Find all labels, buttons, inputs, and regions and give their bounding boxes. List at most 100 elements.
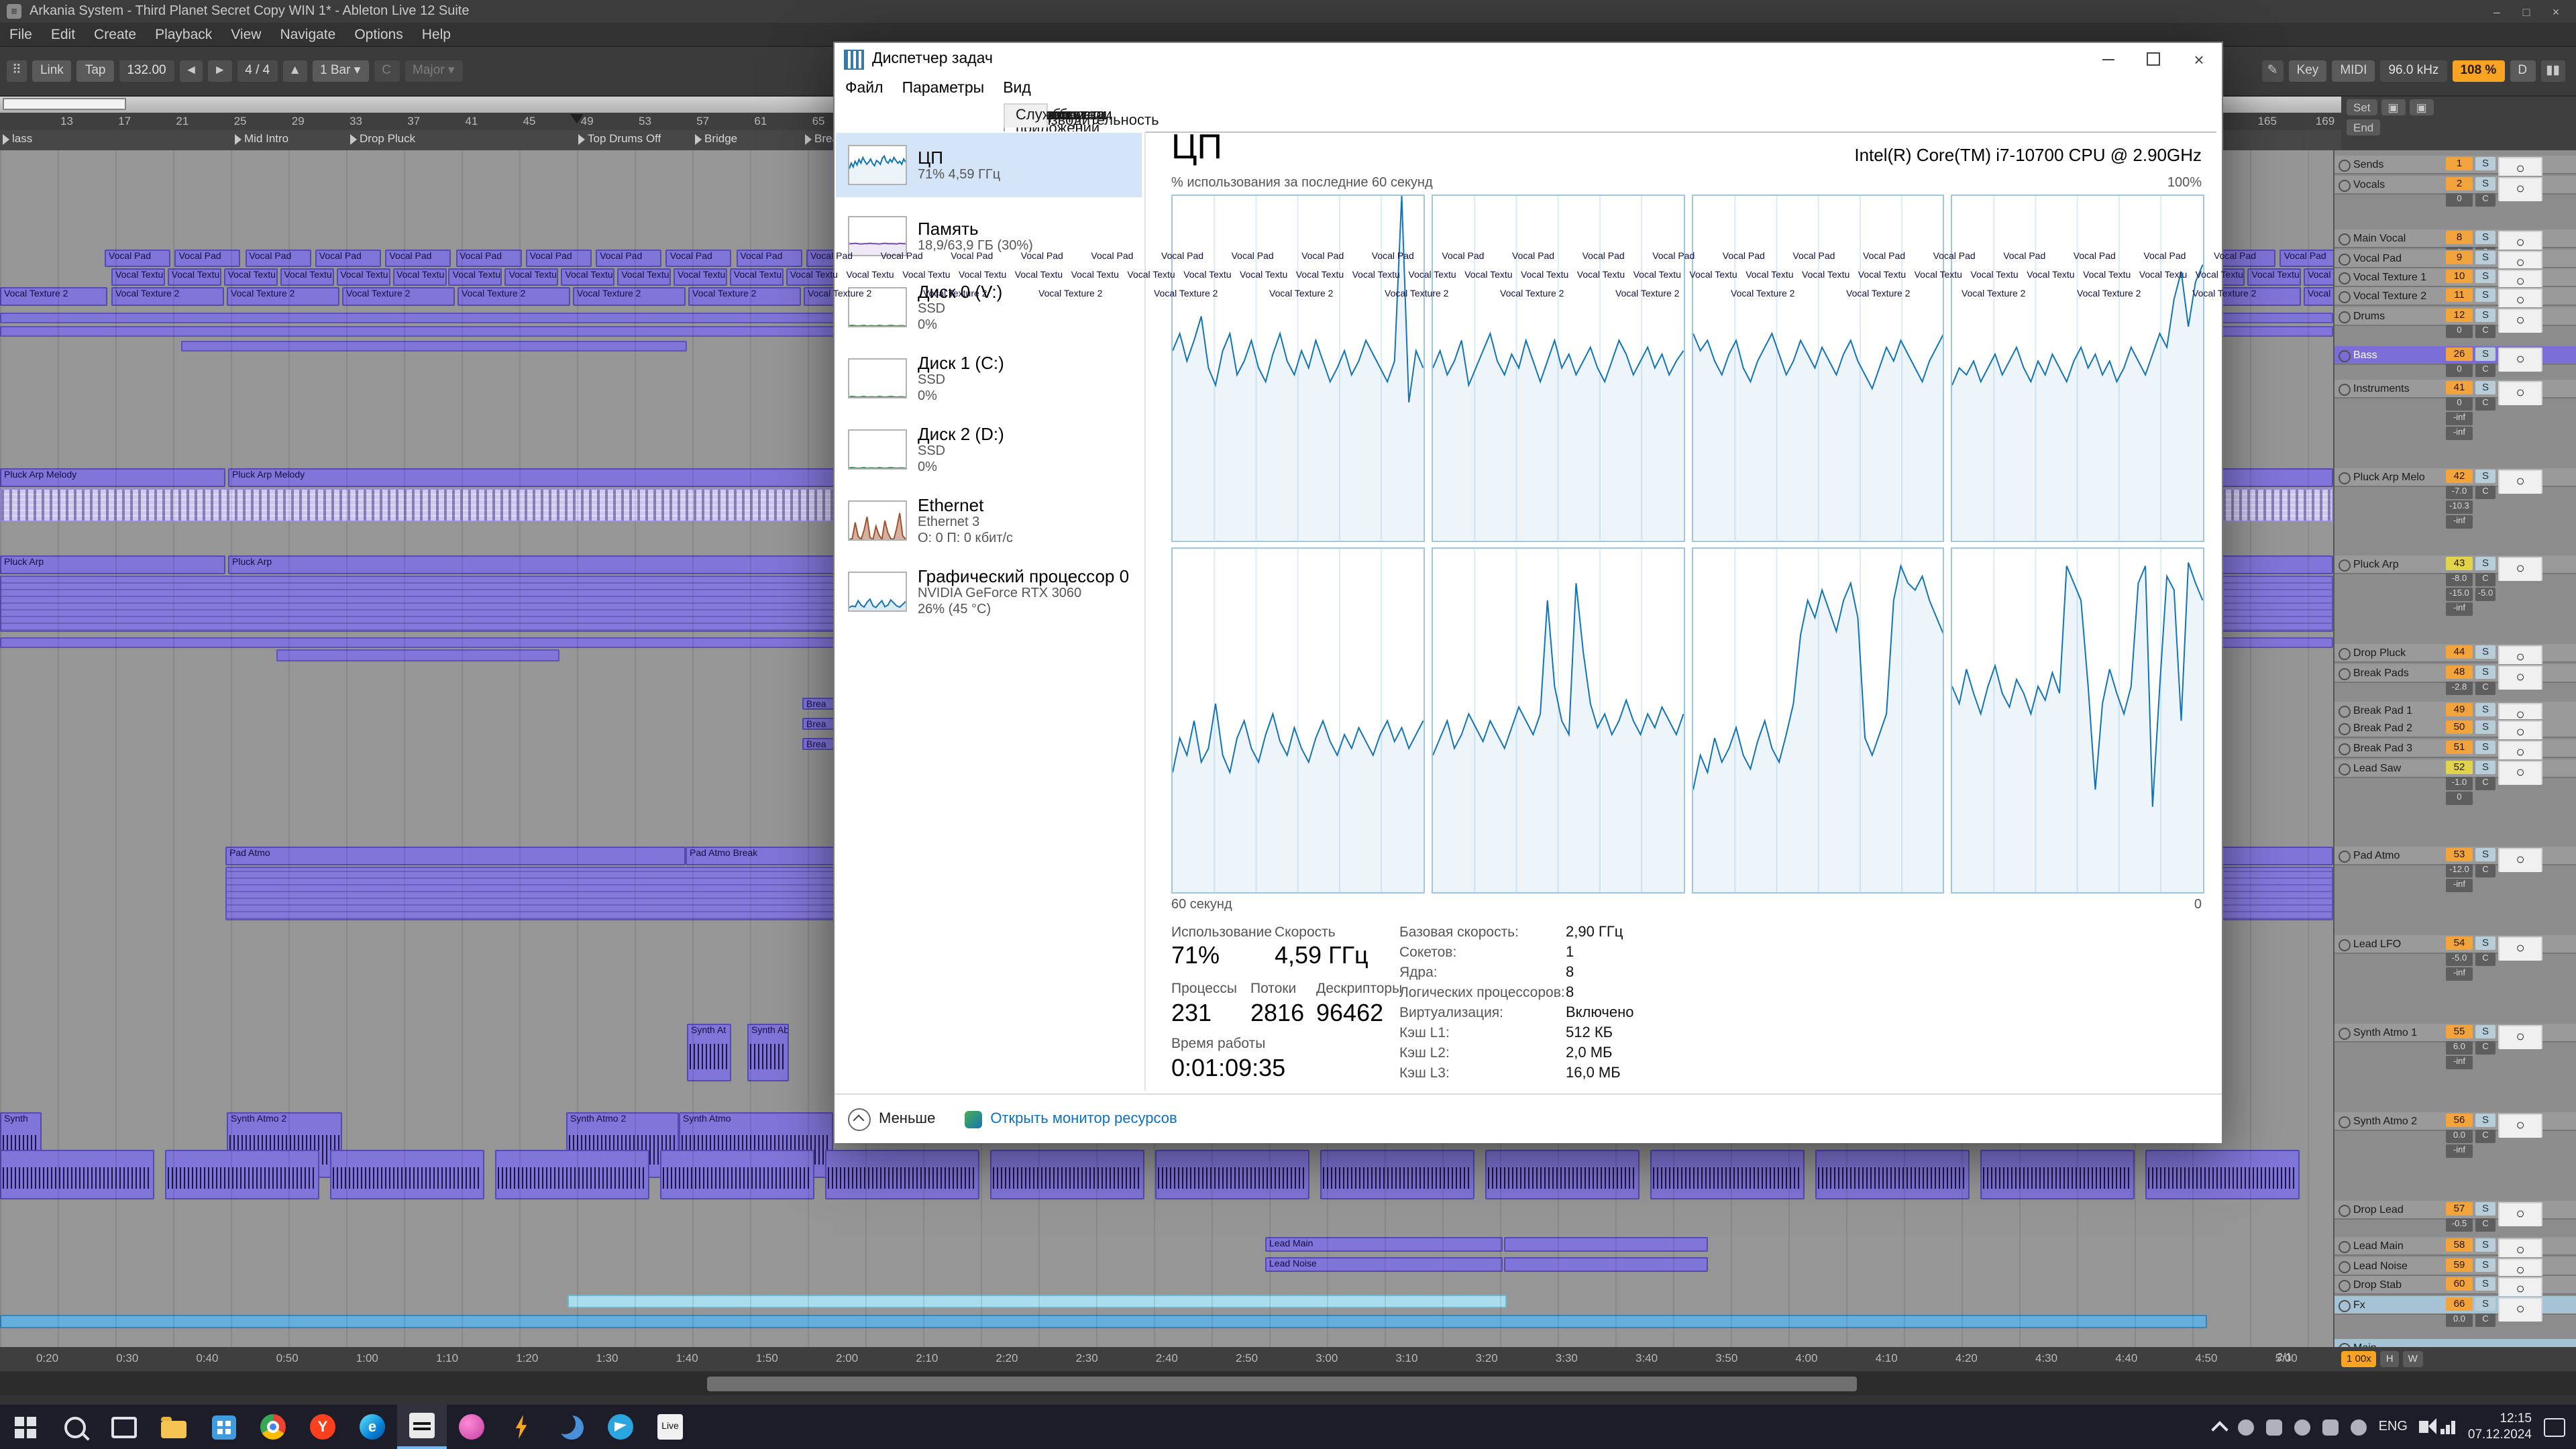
mixer-value[interactable]: -5.0 [2475, 588, 2496, 601]
track-break-pads[interactable]: Break Pads48S○-2.8C [2334, 664, 2576, 696]
track-fx[interactable]: Fx66S○0.0C [2334, 1296, 2576, 1328]
mixer-value[interactable]: -15.0 [2446, 588, 2473, 601]
mixer-value[interactable]: -7.0 [2446, 486, 2473, 499]
track-instruments[interactable]: Instruments41S○0C-inf-inf [2334, 380, 2576, 441]
solo-button[interactable]: S [2475, 251, 2496, 264]
arm-button[interactable]: ○ [2498, 848, 2542, 872]
clip[interactable]: Vocal Texture 2 [2304, 287, 2333, 306]
clip[interactable]: Vocal Textu [392, 268, 446, 286]
menu-item-edit[interactable]: Edit [51, 26, 75, 42]
solo-button[interactable]: S [2475, 1202, 2496, 1216]
solo-button[interactable]: S [2475, 848, 2496, 861]
clip[interactable]: Vocal Textu [617, 268, 671, 286]
locator-flag[interactable]: Top Drums Off [578, 131, 661, 145]
arm-button[interactable]: ○ [2498, 665, 2542, 690]
clip[interactable]: Synth At [687, 1024, 731, 1081]
mixer-value[interactable]: C [2475, 397, 2496, 411]
key-map-button[interactable]: Key [2289, 60, 2327, 82]
clip[interactable]: Vocal Textu [786, 268, 840, 286]
solo-button[interactable]: S [2475, 557, 2496, 570]
mixer-value[interactable]: C [2475, 486, 2496, 499]
mixer-value[interactable]: 0 [2446, 364, 2473, 377]
zoom-chip[interactable]: 1 00x [2341, 1351, 2377, 1367]
solo-button[interactable]: S [2475, 703, 2496, 716]
track-drums[interactable]: Drums12S○0C [2334, 307, 2576, 339]
set-button[interactable]: Set [2347, 99, 2377, 115]
tempo-display[interactable]: 132.00 [119, 60, 174, 82]
mixer-value[interactable]: 0 [2446, 325, 2473, 338]
perf-item-disk-2[interactable]: Диск 0 (V:)SSD0% [836, 275, 1142, 339]
fewer-details-button[interactable]: Меньше [879, 1111, 935, 1127]
clip[interactable]: Pluck Arp [0, 555, 225, 574]
grid-mode-icon[interactable]: ⠿ [7, 60, 27, 82]
disk-overload-indicator[interactable]: D [2510, 60, 2535, 82]
track-pluck-arp[interactable]: Pluck Arp43S○-8.0C-15.0-5.0-inf [2334, 555, 2576, 617]
clip[interactable]: Vocal Texture 2 [688, 287, 801, 306]
perf-item-eth-5[interactable]: EthernetEthernet 3О: 0 П: 0 кбит/с [836, 488, 1142, 553]
sample-rate-display[interactable]: 96.0 kHz [2380, 60, 2447, 82]
clip[interactable]: Vocal Textu [449, 268, 502, 286]
clip[interactable]: Vocal Texture 2 [458, 287, 570, 306]
clip[interactable]: Vocal Textu [111, 268, 165, 286]
mixer-value[interactable]: C [2475, 193, 2496, 207]
clip[interactable]: Vocal Pad [105, 250, 170, 267]
scale-root-display[interactable]: C [374, 60, 399, 82]
mixer-value[interactable]: C [2475, 1130, 2496, 1143]
time-signature-display[interactable]: 4 / 4 [237, 60, 278, 82]
scale-mode-display[interactable]: Major ▾ [405, 60, 462, 82]
solo-button[interactable]: S [2475, 645, 2496, 659]
clip[interactable] [1485, 1150, 1640, 1199]
task-manager-titlebar[interactable]: Диспетчер задач × [835, 43, 2222, 75]
mixer-value[interactable]: C [2475, 1313, 2496, 1327]
mixer-value[interactable]: -inf [2446, 1056, 2473, 1069]
solo-button[interactable]: S [2475, 470, 2496, 483]
track-lead-noise[interactable]: Lead Noise59S○ [2334, 1257, 2576, 1275]
mixer-value[interactable]: -12.0 [2446, 864, 2473, 877]
clip[interactable] [1155, 1150, 1309, 1199]
menu-item-help[interactable]: Help [422, 26, 451, 42]
clip[interactable] [990, 1150, 1144, 1199]
track-lead-main[interactable]: Lead Main58S○ [2334, 1237, 2576, 1254]
clip[interactable]: Brea [802, 738, 883, 750]
midi-map-button[interactable]: MIDI [2332, 60, 2375, 82]
mixer-value[interactable]: C [2475, 1218, 2496, 1232]
track-pad-atmo[interactable]: Pad Atmo53S○-12.0C-inf [2334, 847, 2576, 894]
perf-item-cpu-0[interactable]: ЦП71% 4,59 ГГц [836, 133, 1142, 197]
clip[interactable]: Vocal Textu [561, 268, 614, 286]
arm-button[interactable]: ○ [2498, 347, 2542, 372]
ableton-minimize-button[interactable]: – [2482, 1, 2512, 21]
track-lead-saw[interactable]: Lead Saw52S○-1.0C0 [2334, 759, 2576, 806]
notification-center-icon[interactable] [2544, 1417, 2565, 1436]
clip[interactable] [1504, 1237, 1708, 1252]
clip[interactable]: Vocal Pad [455, 250, 521, 267]
solo-button[interactable]: S [2475, 665, 2496, 679]
clip[interactable] [495, 1150, 649, 1199]
clip[interactable]: Vocal Textu [2247, 268, 2301, 286]
locator-flag[interactable]: Drop Pluck [350, 131, 415, 145]
tray-icon[interactable] [2266, 1419, 2282, 1435]
clip[interactable] [1320, 1150, 1474, 1199]
store-app-icon[interactable] [199, 1405, 248, 1449]
live-badge-icon[interactable]: Live [645, 1405, 695, 1449]
start-button[interactable] [0, 1405, 50, 1449]
clock[interactable]: 12:15 07.12.2024 [2468, 1411, 2532, 1443]
clip[interactable] [568, 1295, 1507, 1308]
ableton-close-button[interactable]: × [2541, 1, 2571, 21]
track-break-pad-3[interactable]: Break Pad 351S○ [2334, 739, 2576, 757]
mixer-value[interactable]: C [2475, 953, 2496, 966]
mixer-value[interactable]: -inf [2446, 515, 2473, 529]
tm-menu-параметры[interactable]: Параметры [902, 80, 985, 97]
arm-button[interactable]: ○ [2498, 936, 2542, 961]
solo-button[interactable]: S [2475, 347, 2496, 361]
clip[interactable]: Vocal Textu [280, 268, 333, 286]
track-vocal-pad[interactable]: Vocal Pad9S○ [2334, 250, 2576, 267]
edge-icon[interactable]: e [347, 1405, 397, 1449]
tray-icon[interactable] [2238, 1419, 2254, 1435]
clip[interactable]: Pad Atmo [225, 847, 686, 865]
tray-icon[interactable] [2322, 1419, 2339, 1435]
overview-viewport[interactable] [3, 98, 126, 110]
mixer-value[interactable]: 0 [2446, 792, 2473, 805]
locator-flag[interactable]: lass [3, 131, 32, 145]
mixer-value[interactable]: -inf [2446, 1144, 2473, 1158]
clip[interactable]: Vocal Textu [730, 268, 784, 286]
